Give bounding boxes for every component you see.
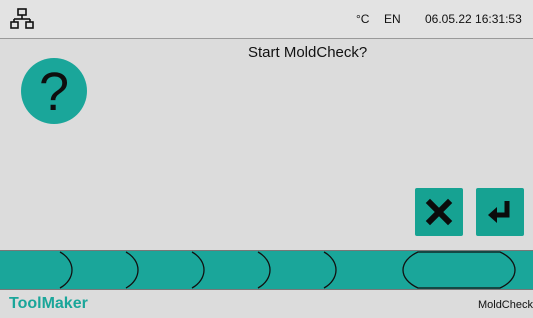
temperature-unit[interactable]: °C bbox=[356, 12, 369, 26]
tab-divider-2[interactable] bbox=[125, 251, 139, 289]
enter-icon bbox=[488, 201, 510, 223]
tab-active-outline[interactable] bbox=[402, 251, 516, 289]
tab-divider-4[interactable] bbox=[257, 251, 271, 289]
language-selector[interactable]: EN bbox=[384, 12, 401, 26]
confirm-dialog: ? Start MoldCheck? bbox=[0, 39, 533, 250]
dialog-prompt: Start MoldCheck? bbox=[248, 44, 368, 61]
question-mark: ? bbox=[38, 62, 70, 122]
network-icon[interactable] bbox=[10, 8, 34, 30]
status-bar: °C EN 06.05.22 16:31:53 bbox=[0, 0, 533, 39]
footer: ToolMaker MoldCheck bbox=[0, 290, 533, 318]
screen-name: MoldCheck bbox=[477, 299, 533, 311]
confirm-button[interactable] bbox=[476, 188, 524, 236]
tab-bar bbox=[0, 250, 533, 290]
question-icon: ? bbox=[21, 58, 87, 124]
tab-divider-3[interactable] bbox=[191, 251, 205, 289]
cancel-button[interactable] bbox=[415, 188, 463, 236]
date-time: 06.05.22 16:31:53 bbox=[425, 12, 522, 26]
tab-divider-5[interactable] bbox=[323, 251, 337, 289]
tab-divider-1[interactable] bbox=[59, 251, 73, 289]
close-icon bbox=[425, 198, 453, 226]
brand-logo: ToolMaker bbox=[9, 295, 88, 312]
